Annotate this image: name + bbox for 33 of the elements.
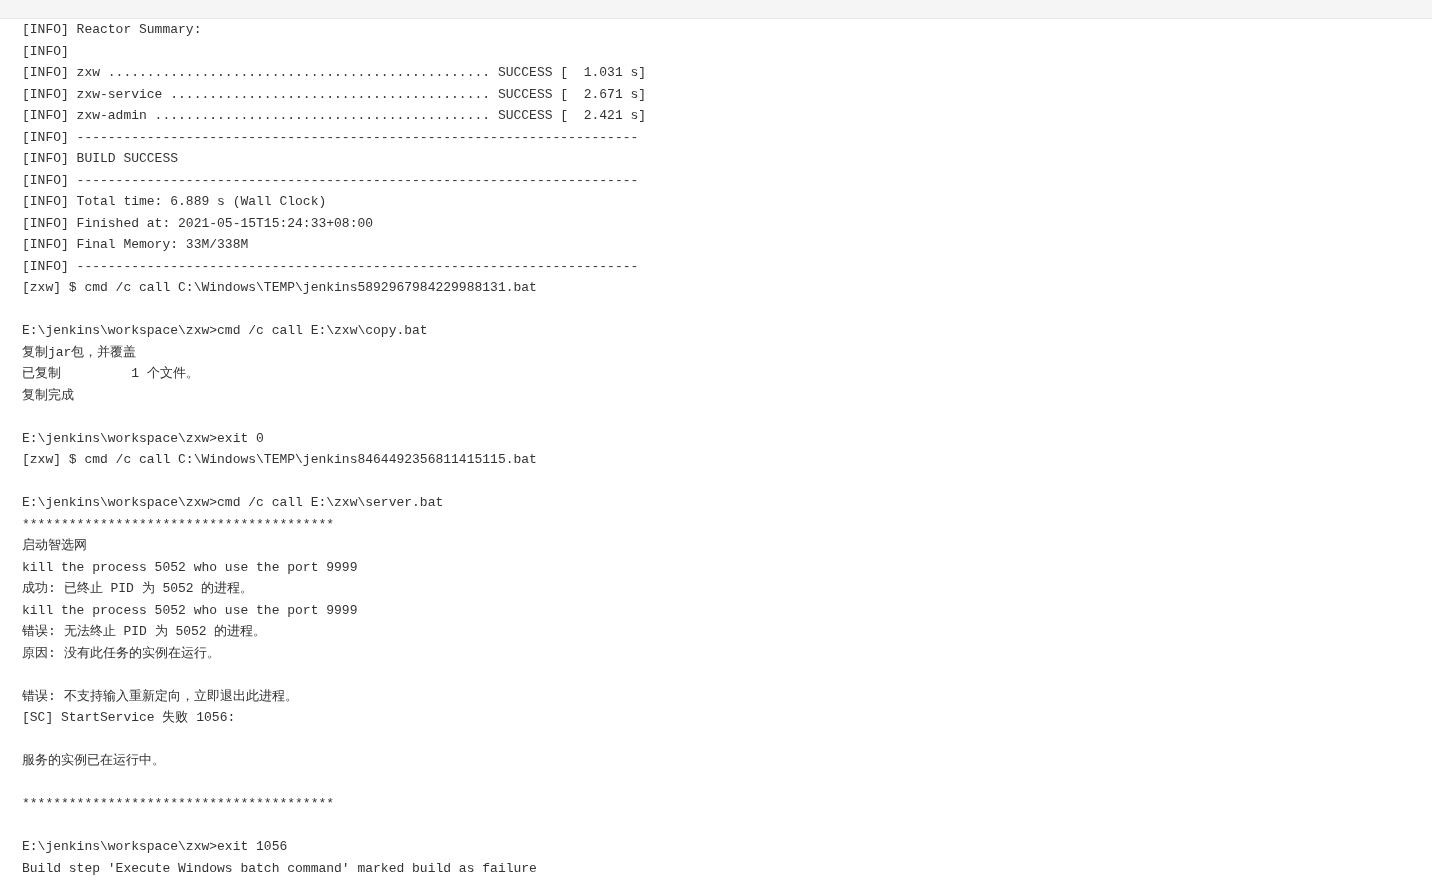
console-line: [INFO] BUILD SUCCESS (22, 150, 179, 168)
console-line: **************************************** (22, 795, 335, 813)
console-line: [INFO] zxw ................................................. SUCCESS [ 1.031 s] (22, 64, 647, 82)
console-line: 复制完成 (22, 386, 74, 405)
console-line: [INFO] Total time: 6.889 s (Wall Clock) (22, 193, 327, 211)
console-line: [zxw] $ cmd /c call C:\Windows\TEMP\jenkins8464492356811415115.bat (22, 451, 537, 469)
console-line: kill the process 5052 who use the port 9999 (22, 558, 358, 577)
console-line: E:\jenkins\workspace\zxw>exit 0 (22, 429, 264, 448)
console-line: [INFO] ------------------------------------------------------------------------ (22, 128, 639, 147)
console-line: [INFO] ------------------------------------------------------------------------ (22, 171, 639, 190)
console-line: [INFO] (22, 42, 69, 61)
console-line: [zxw] $ cmd /c call C:\Windows\TEMP\jenkins5892967984229988131.bat (22, 279, 537, 297)
console-line: [INFO] Finished at: 2021-05-15T15:24:33+08:00 (22, 214, 374, 233)
console-line: E:\jenkins\workspace\zxw>cmd /c call E:\zxw\copy.bat (22, 322, 428, 340)
console-line: 错误: 不支持输入重新定向，立即退出此进程。 (22, 687, 298, 706)
console-line: [INFO] Reactor Summary: (22, 21, 202, 39)
console-line: 启动智选网 (22, 537, 87, 555)
console-line: Build step 'Execute Windows batch command' marked build as failure (22, 859, 537, 878)
console-line: kill the process 5052 who use the port 9999 (22, 601, 358, 620)
console-line: [SC] StartService 失败 1056: (22, 709, 236, 727)
console-line: E:\jenkins\workspace\zxw>cmd /c call E:\zxw\server.bat (22, 494, 444, 512)
console-line: 成功: 已终止 PID 为 5052 的进程。 (22, 580, 254, 598)
console-line: 已复制 1 个文件。 (22, 365, 199, 383)
console-line: [INFO] Final Memory: 33M/338M (22, 236, 249, 254)
console-line: E:\jenkins\workspace\zxw>exit 1056 (22, 838, 288, 856)
console-line: [INFO] zxw-service ......................................... SUCCESS [ 2.671 s] (22, 85, 647, 104)
console-line: 服务的实例已在运行中。 (22, 752, 165, 770)
console-line: 错误: 无法终止 PID 为 5052 的进程。 (22, 623, 267, 641)
console-line: [INFO] zxw-admin ........................................... SUCCESS [ 2.421 s] (22, 107, 647, 125)
console-line: 原因: 没有此任务的实例在运行。 (22, 644, 220, 663)
console-line: **************************************** (22, 515, 335, 534)
console-line: 复制jar包，并覆盖 (22, 343, 137, 362)
console-line: [INFO] ------------------------------------------------------------------------ (22, 257, 639, 276)
